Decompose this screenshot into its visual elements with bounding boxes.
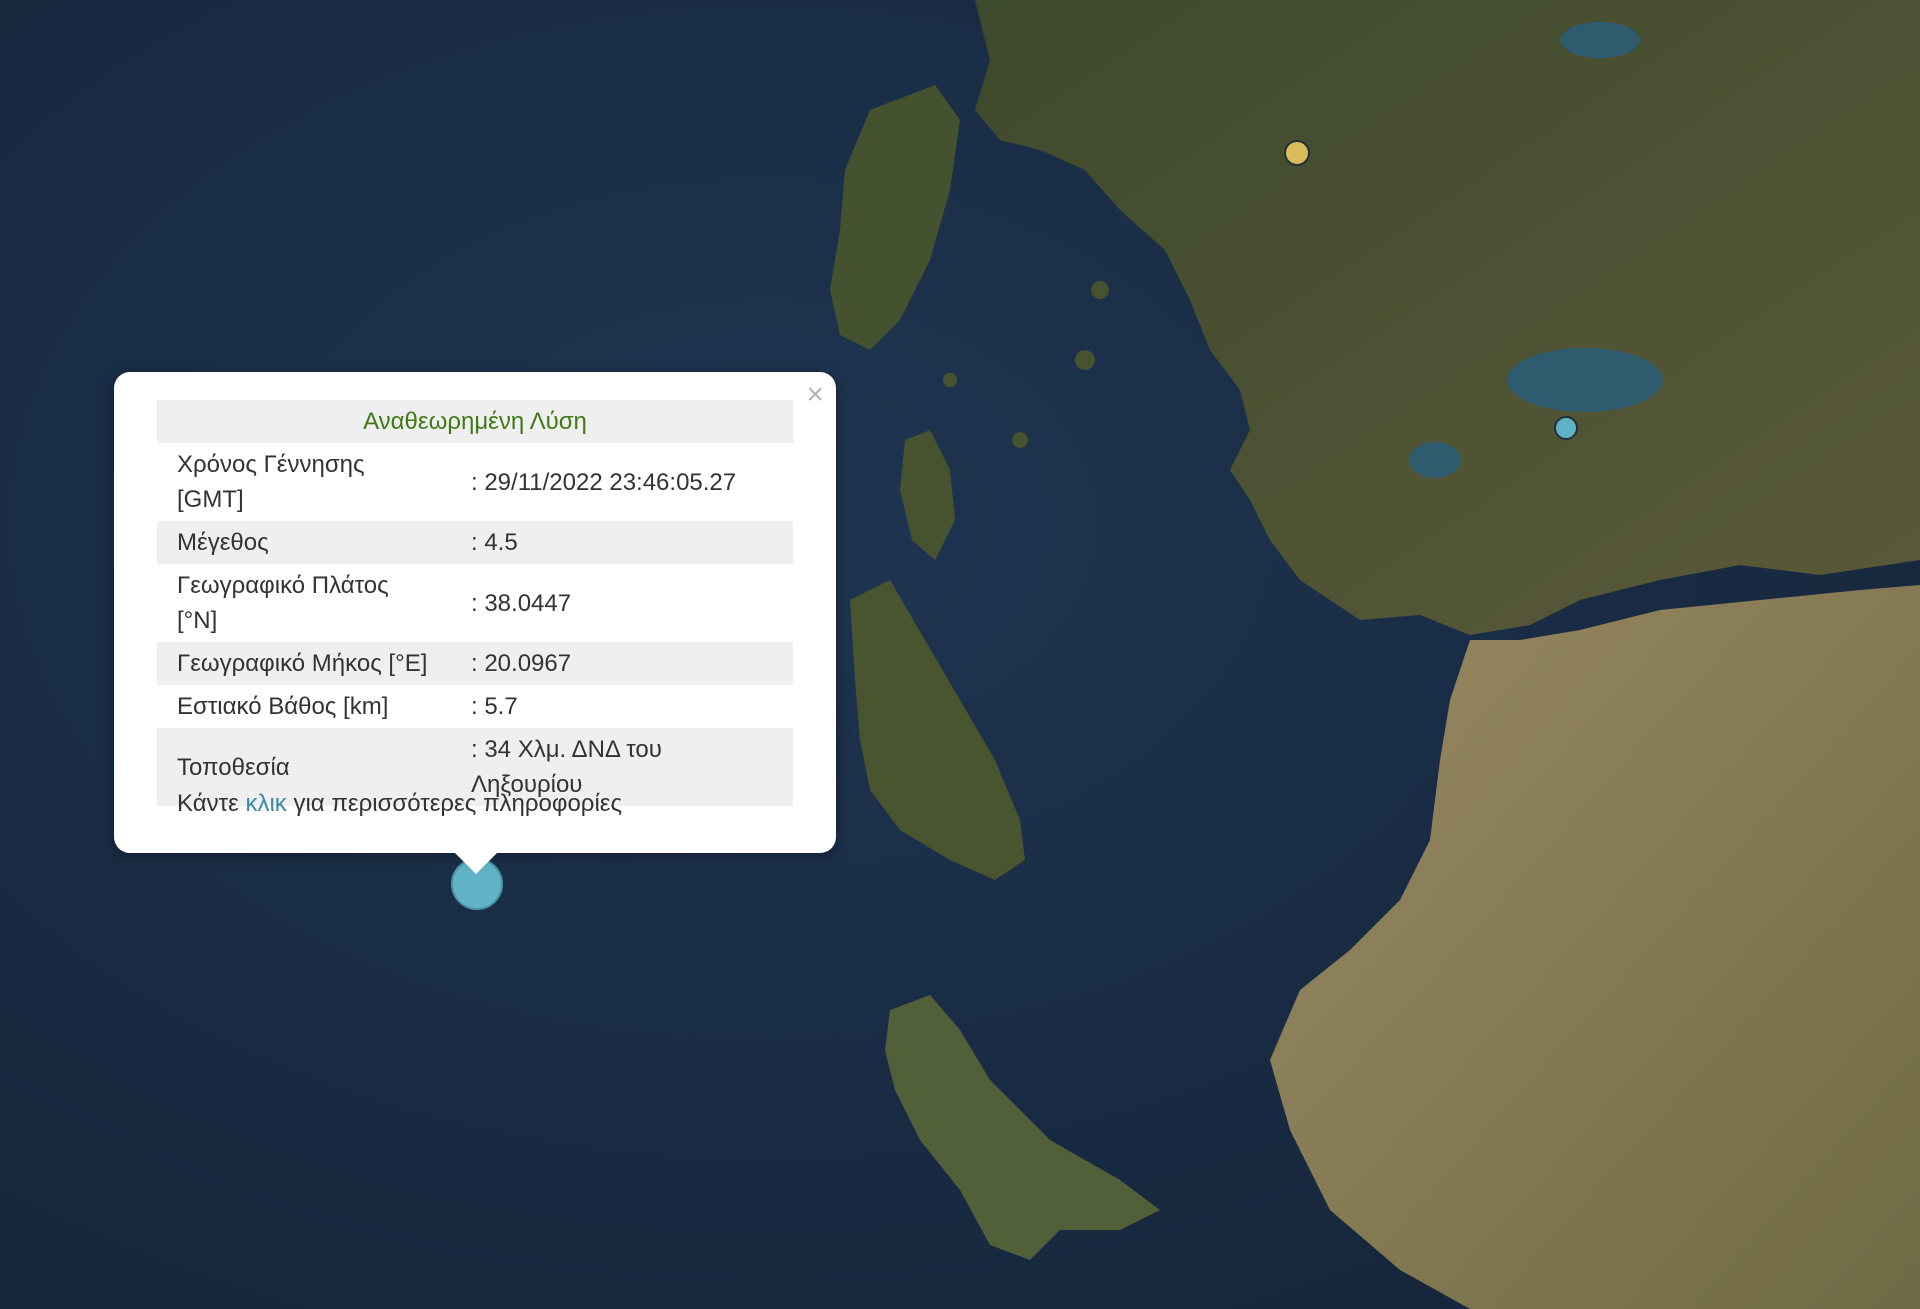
latitude-label: Γεωγραφικό Πλάτος [°N] bbox=[177, 572, 389, 634]
latitude-value: : 38.0447 bbox=[471, 589, 572, 617]
earthquake-marker-yellow[interactable] bbox=[1284, 140, 1310, 166]
islet bbox=[1012, 432, 1028, 448]
islet bbox=[1091, 281, 1109, 299]
more-info-suffix: για περισσότερες πληροφορίες bbox=[293, 790, 623, 817]
more-info-prefix: Κάντε bbox=[177, 790, 239, 817]
popup-title: Αναθεωρημένη Λύση bbox=[157, 400, 793, 443]
earthquake-info-table: Αναθεωρημένη Λύση Χρόνος Γέννησης [GMT] … bbox=[157, 400, 793, 806]
depth-label: Εστιακό Βάθος [km] bbox=[177, 693, 389, 720]
islet bbox=[943, 373, 957, 387]
more-info-link[interactable]: κλικ bbox=[245, 790, 286, 817]
magnitude-value: : 4.5 bbox=[451, 521, 793, 564]
lake-lysimachia bbox=[1409, 442, 1461, 478]
popup-tip bbox=[454, 852, 498, 874]
more-info-text: Κάντε κλικ για περισσότερες πληροφορίες bbox=[177, 790, 622, 818]
origin-time-label: Χρόνος Γέννησης [GMT] bbox=[177, 451, 365, 513]
earthquake-info-popup: × Αναθεωρημένη Λύση Χρόνος Γέννησης [GMT… bbox=[114, 372, 836, 853]
lake-trichonida bbox=[1507, 348, 1663, 412]
longitude-label: Γεωγραφικό Μήκος [°E] bbox=[157, 642, 451, 685]
origin-time-value: : 29/11/2022 23:46:05.27 bbox=[471, 468, 737, 496]
magnitude-label: Μέγεθος bbox=[157, 521, 451, 564]
depth-value: : 5.7 bbox=[471, 693, 518, 720]
close-icon[interactable]: × bbox=[806, 380, 824, 410]
earthquake-marker-cyan[interactable] bbox=[1554, 416, 1578, 440]
longitude-value: : 20.0967 bbox=[451, 642, 793, 685]
lake-north bbox=[1560, 22, 1640, 58]
islet bbox=[1075, 350, 1095, 370]
